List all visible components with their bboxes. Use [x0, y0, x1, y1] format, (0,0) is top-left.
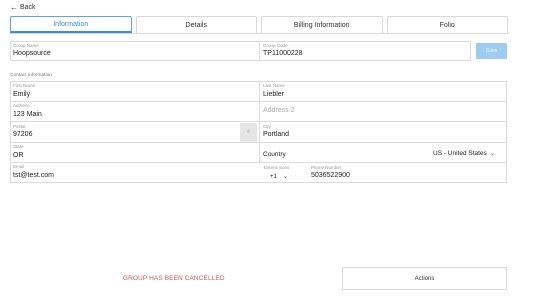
phone-field[interactable]: 5036522900 [311, 172, 350, 179]
chevron-down-icon: ⌄ [489, 151, 495, 157]
last-name-label: Last Name [263, 83, 285, 88]
group-code-field[interactable]: TP11000228 [263, 50, 303, 57]
email-label: Email [13, 164, 25, 169]
save-button[interactable]: Save [476, 43, 507, 59]
contact-section-title: Contact Information [10, 73, 52, 78]
back-link[interactable]: ← Back [10, 3, 36, 12]
email-field[interactable]: tst@test.com [13, 172, 54, 179]
postal-lookup-button[interactable]: ⌕ [240, 123, 257, 142]
group-row [10, 41, 471, 61]
city-field[interactable]: Portland [263, 131, 289, 138]
arrow-left-icon: ← [10, 3, 18, 12]
tab-folio[interactable]: Folio [386, 16, 508, 33]
state-field[interactable]: OR [13, 152, 24, 159]
cancelled-status-message: GROUP HAS BEEN CANCELLED [123, 275, 225, 282]
country-select[interactable]: US - United States ⌄ [433, 150, 495, 157]
postal-field[interactable]: 97206 [13, 131, 32, 138]
country-label: Country [263, 151, 286, 158]
address-field[interactable]: 123 Main [13, 111, 42, 118]
address-label: Address [13, 103, 30, 108]
first-name-label: First Name [13, 83, 36, 88]
country-value: US - United States [433, 150, 487, 157]
extension-value: +1 [270, 173, 277, 180]
group-name-label: Group Name [13, 43, 39, 48]
city-label: City [263, 124, 271, 129]
column-divider [259, 81, 260, 162]
tab-bar: Information Details Billing Information … [10, 16, 508, 34]
actions-button[interactable]: Actions [342, 267, 507, 290]
first-name-field[interactable]: Emily [13, 91, 30, 98]
last-name-field[interactable]: Liebler [263, 91, 284, 98]
tab-billing-information[interactable]: Billing Information [261, 16, 383, 33]
back-label: Back [20, 4, 36, 11]
state-label: State [13, 144, 24, 149]
address2-field[interactable]: Address 2 [263, 107, 295, 114]
extension-label: Extens Sons [264, 165, 290, 170]
search-icon: ⌕ [246, 129, 251, 135]
phone-label: Phone Number [311, 165, 342, 170]
chevron-down-icon: ⌄ [282, 174, 288, 180]
tab-information[interactable]: Information [10, 16, 132, 33]
extension-select[interactable]: +1 ⌄ [270, 173, 288, 181]
postal-label: Postal [13, 124, 26, 129]
group-divider [259, 41, 260, 61]
group-name-field[interactable]: Hoopsource [13, 50, 51, 57]
group-code-label: Group Code [263, 43, 288, 48]
row-divider [10, 162, 507, 163]
tab-details[interactable]: Details [135, 16, 257, 33]
